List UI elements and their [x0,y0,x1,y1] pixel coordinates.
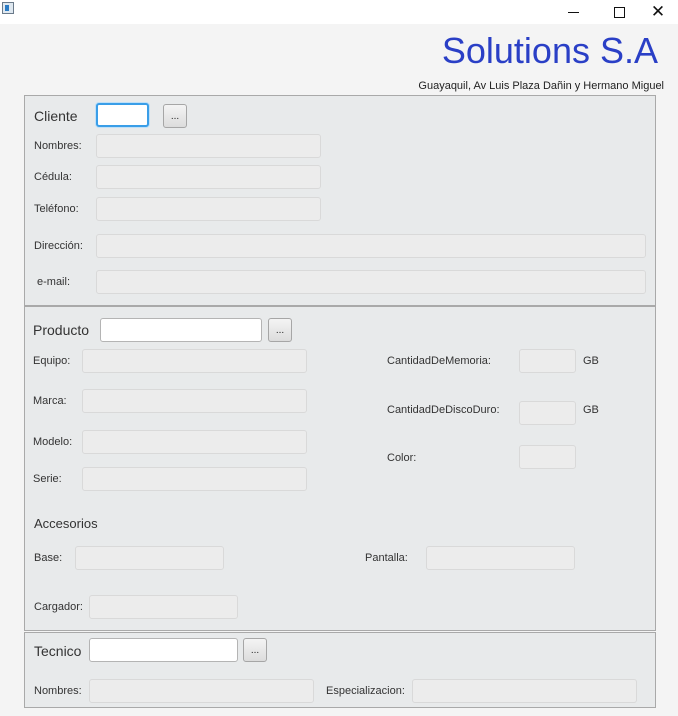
producto-memoria-label: CantidadDeMemoria: [387,355,491,367]
cliente-code-input[interactable] [96,103,149,127]
producto-disco-unit: GB [583,404,599,416]
producto-code-input[interactable] [100,318,262,342]
tecnico-especializacion-label: Especializacion: [326,685,405,697]
accesorios-cargador-label: Cargador: [34,601,83,613]
producto-marca-label: Marca: [33,395,67,407]
accesorios-cargador-field[interactable] [89,595,238,619]
cliente-title: Cliente [34,108,78,124]
producto-browse-button[interactable]: ... [268,318,292,342]
cliente-nombres-label: Nombres: [34,140,82,152]
accesorios-title: Accesorios [34,516,98,531]
maximize-icon [613,6,625,18]
cliente-nombres-field[interactable] [96,134,321,158]
tecnico-nombres-label: Nombres: [34,685,82,697]
accesorios-pantalla-field[interactable] [426,546,575,570]
cliente-direccion-label: Dirección: [34,240,83,252]
cliente-cedula-field[interactable] [96,165,321,189]
cliente-email-label: e-mail: [37,276,71,288]
accesorios-base-field[interactable] [75,546,224,570]
tecnico-browse-button[interactable]: ... [243,638,267,662]
app-window-icon [2,2,14,14]
cliente-email-field[interactable] [96,270,646,294]
close-icon: ✕ [650,1,666,22]
producto-equipo-label: Equipo: [33,355,71,367]
cliente-telefono-label: Teléfono: [34,203,79,215]
company-address: Guayaquil, Av Luis Plaza Dañin y Hermano… [418,80,664,92]
producto-disco-label: CantidadDeDiscoDuro: [387,404,500,416]
producto-serie-label: Serie: [33,473,62,485]
close-button[interactable]: ✕ [638,0,678,24]
producto-serie-field[interactable] [82,467,307,491]
tecnico-code-input[interactable] [89,638,238,662]
tecnico-nombres-field[interactable] [89,679,314,703]
accesorios-base-label: Base: [34,552,63,564]
tecnico-title: Tecnico [34,643,82,659]
tecnico-especializacion-field[interactable] [412,679,637,703]
producto-title: Producto [33,322,90,338]
producto-disco-field[interactable] [519,401,576,425]
producto-modelo-label: Modelo: [33,436,73,448]
producto-memoria-unit: GB [583,355,599,367]
company-title: Solutions S.A [441,30,658,71]
cliente-browse-button[interactable]: ... [163,104,187,128]
cliente-cedula-label: Cédula: [34,171,72,183]
cliente-telefono-field[interactable] [96,197,321,221]
producto-color-field[interactable] [519,445,576,469]
producto-memoria-field[interactable] [519,349,576,373]
producto-color-label: Color: [387,452,417,464]
producto-equipo-field[interactable] [82,349,307,373]
cliente-direccion-field[interactable] [96,234,646,258]
minimize-icon [567,11,579,13]
accesorios-pantalla-label: Pantalla: [365,552,408,564]
minimize-button[interactable] [550,0,596,24]
producto-marca-field[interactable] [82,389,307,413]
maximize-button[interactable] [596,0,642,24]
producto-modelo-field[interactable] [82,430,307,454]
